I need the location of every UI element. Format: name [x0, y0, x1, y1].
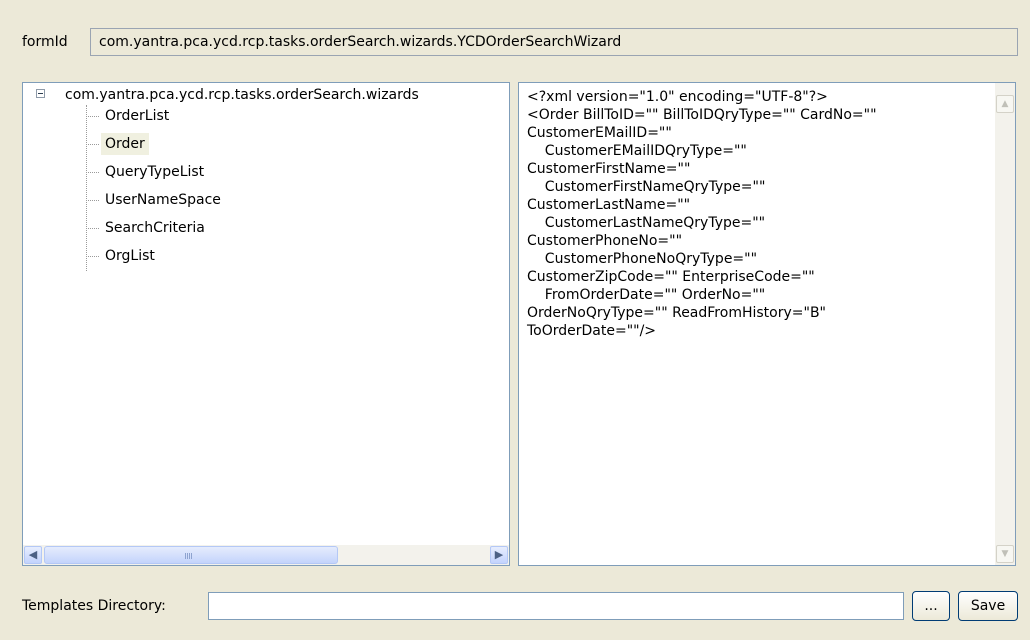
tree-branch-line	[86, 228, 99, 229]
xml-editor[interactable]: <?xml version="1.0" encoding="UTF-8"?> <…	[518, 82, 1016, 566]
tree-branch-line	[86, 256, 99, 257]
formid-label: formId	[22, 34, 68, 50]
tree-item-label: OrderList	[105, 108, 170, 124]
tree-branch-line	[86, 144, 99, 145]
tree-item-label: Order	[101, 133, 149, 155]
templates-directory-label: Templates Directory:	[22, 598, 166, 614]
formid-field: com.yantra.pca.ycd.rcp.tasks.orderSearch…	[90, 28, 1018, 56]
tree-branch-line	[86, 172, 99, 173]
scroll-down-icon[interactable]: ▼	[996, 545, 1014, 563]
scroll-grip-icon	[185, 553, 193, 559]
collapse-icon[interactable]	[36, 89, 45, 98]
xml-content[interactable]: <?xml version="1.0" encoding="UTF-8"?> <…	[527, 88, 981, 340]
vertical-scrollbar[interactable]: ▲ ▼	[995, 83, 1015, 565]
tree-item-label: UserNameSpace	[105, 192, 221, 208]
tree-branch-line	[86, 200, 99, 201]
horizontal-scroll-thumb[interactable]	[44, 546, 338, 564]
tree-item-label: QueryTypeList	[105, 164, 205, 180]
tree-item-label: OrgList	[105, 248, 155, 264]
tree-panel[interactable]: com.yantra.pca.ycd.rcp.tasks.orderSearch…	[22, 82, 510, 566]
save-button[interactable]: Save	[958, 591, 1018, 621]
scroll-right-icon[interactable]: ▶	[490, 546, 508, 564]
tree-content: com.yantra.pca.ycd.rcp.tasks.orderSearch…	[23, 83, 509, 545]
browse-button[interactable]: ...	[912, 591, 950, 621]
horizontal-scrollbar[interactable]: ◀ ▶	[23, 545, 509, 565]
tree-root-node[interactable]: com.yantra.pca.ycd.rcp.tasks.orderSearch…	[65, 87, 419, 103]
scroll-left-icon[interactable]: ◀	[24, 546, 42, 564]
scroll-up-icon[interactable]: ▲	[996, 95, 1014, 113]
templates-directory-input[interactable]	[208, 592, 904, 620]
tree-item-label: SearchCriteria	[105, 220, 205, 236]
tree-branch-line	[86, 116, 99, 117]
tree-connector-line	[86, 105, 87, 271]
